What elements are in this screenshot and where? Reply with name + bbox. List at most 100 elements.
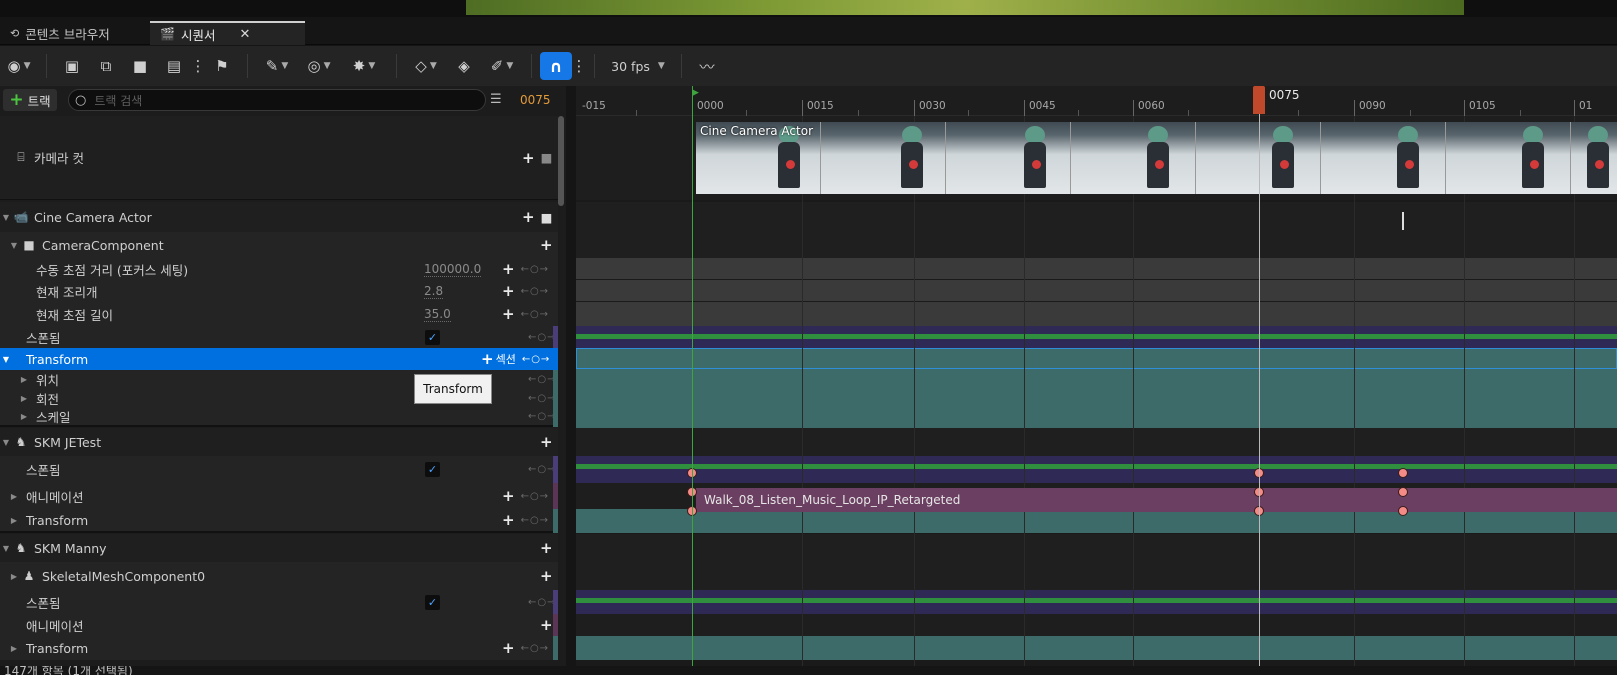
curve-editor-button[interactable]: 〰 [690,51,724,81]
collapse-arrow-icon[interactable]: ▼ [0,355,12,364]
filter-icon[interactable]: ☰ [490,92,502,107]
add-key-icon[interactable]: + [502,282,515,300]
camera-cut-track[interactable]: ⌸ 카메라 컷 + ■ [0,116,558,200]
camera-icon[interactable]: ■ [541,150,553,165]
transform-track-selected[interactable]: ▼ Transform + 섹션 ←○→ [0,348,558,370]
snap-options-button[interactable]: ⋮ [572,51,587,81]
camera-component-track[interactable]: ▼ ■ CameraComponent + [0,232,558,258]
add-icon[interactable]: + [502,639,515,657]
find-asset-button[interactable]: ⧉ [89,51,123,81]
add-section-icon[interactable]: + [481,350,494,368]
skeletal-mesh-component-track[interactable]: ▶ ♟ SkeletalMeshComponent0 + [0,562,558,590]
expand-arrow-icon[interactable]: ▶ [8,572,20,581]
camera-button[interactable]: ■ [123,51,157,81]
key-navigation-icon[interactable]: ←○→ [521,286,549,297]
animation-clip[interactable]: Walk_08_Listen_Music_Loop_IP_Retargeted [696,488,1617,512]
collapse-arrow-icon[interactable]: ▼ [8,241,20,250]
spawned-checkbox[interactable]: ✓ [425,594,440,610]
cine-camera-actor-track[interactable]: ▼ 📹 Cine Camera Actor + ■ [0,202,558,232]
add-key-icon[interactable]: + [502,305,515,323]
timeline-area[interactable]: -015 0000 0015 0030 0045 0060 0090 0105 … [576,86,1617,666]
expand-arrow-icon[interactable]: ▶ [8,492,20,501]
focus-distance-lane[interactable] [576,258,1617,280]
property-value[interactable]: 35.0 [424,307,451,322]
key-navigation-icon[interactable]: ←○→ [521,491,549,502]
add-icon[interactable]: + [502,487,515,505]
close-icon[interactable]: ✕ [239,27,250,42]
track-search-input[interactable]: ○ 트랙 검색 [68,89,486,111]
aperture-lane[interactable] [576,280,1617,302]
property-value[interactable]: 100000.0 [424,262,482,277]
add-track-button[interactable]: + 트랙 [3,89,57,111]
key-navigation-icon[interactable]: ←○→ [521,264,549,275]
skm-jetest-track[interactable]: ▼ ♞ SKM JETest + [0,428,558,456]
jetest-spawned-track[interactable]: 스폰됨 ✓ ←○→ [0,456,558,483]
edit-mode-button[interactable]: ✐ ▼ [481,51,523,81]
scale-track[interactable]: ▶ 스케일 ←○→ [0,408,558,427]
add-icon[interactable]: + [540,433,553,451]
actions-button[interactable]: ⚑ [205,51,239,81]
jetest-animation-track[interactable]: ▶ 애니메이션 + ←○→ [0,483,558,509]
camera-clip[interactable]: Cine Camera Actor [696,122,1617,194]
collapse-arrow-icon[interactable]: ▼ [0,544,12,553]
manny-animation-track[interactable]: 애니메이션 + [0,614,558,636]
manny-animation-lane[interactable] [576,614,1617,636]
snap-toggle-button[interactable]: ∩ [540,52,572,80]
playhead-handle[interactable] [1253,86,1265,114]
key-navigation-icon[interactable]: ←○→ [521,643,549,654]
expand-arrow-icon[interactable]: ▶ [18,394,30,403]
camera-icon[interactable]: ■ [541,210,553,225]
add-icon[interactable]: + [522,208,535,226]
add-icon[interactable]: + [540,616,553,634]
expand-arrow-icon[interactable]: ▶ [8,644,20,653]
fps-dropdown[interactable]: 30 fps ▼ [603,51,673,81]
jetest-spawned-lane[interactable] [576,456,1617,483]
add-icon[interactable]: + [540,236,553,254]
world-button[interactable]: ◉ ▼ [0,51,38,81]
add-icon[interactable]: + [522,149,535,167]
add-icon[interactable]: + [540,539,553,557]
jetest-lane[interactable] [576,428,1617,456]
focus-distance-track[interactable]: 수동 초점 거리 (포커스 세팅) 100000.0 + ←○→ [0,258,558,280]
auto-key-button[interactable]: ◈ [447,51,481,81]
add-icon[interactable]: + [540,567,553,585]
focal-length-track[interactable]: 현재 초점 길이 35.0 + ←○→ [0,302,558,326]
aperture-track[interactable]: 현재 조리개 2.8 + ←○→ [0,280,558,302]
expand-arrow-icon[interactable]: ▶ [18,375,30,384]
skm-manny-track[interactable]: ▼ ♞ SKM Manny + [0,534,558,562]
key-button[interactable]: ◇ ▼ [405,51,447,81]
tab-sequencer[interactable]: 🎬 시퀀서 ✕ [150,21,305,45]
keyframe[interactable] [1398,506,1408,516]
playback-options-button[interactable]: ✸ ▼ [340,51,388,81]
cine-camera-lane[interactable] [576,202,1617,258]
collapse-arrow-icon[interactable]: ▼ [0,213,12,222]
playback-start-line[interactable] [692,86,693,666]
add-icon[interactable]: + [502,511,515,529]
manny-transform-lane[interactable] [576,636,1617,660]
spawned-checkbox[interactable]: ✓ [425,329,440,345]
keyframe[interactable] [1398,487,1408,497]
playhead-line[interactable] [1259,86,1260,666]
expand-arrow-icon[interactable]: ▶ [8,516,20,525]
spawned-track[interactable]: 스폰됨 ✓ ←○→ [0,326,558,348]
jetest-transform-lane[interactable] [576,509,1617,533]
tab-content-browser[interactable]: ⟲ 콘텐츠 브라우저 [0,21,120,45]
tools-button[interactable]: ✎ ▼ [256,51,298,81]
more-options-button[interactable]: ⋮ [191,51,206,81]
keyframe[interactable] [1398,468,1408,478]
key-navigation-icon[interactable]: ←○→ [521,515,549,526]
key-navigation-icon[interactable]: ←○→ [521,309,549,320]
focal-length-lane[interactable] [576,302,1617,326]
save-button[interactable]: ▣ [55,51,89,81]
time-ruler[interactable]: -015 0000 0015 0030 0045 0060 0090 0105 … [576,86,1617,116]
view-options-button[interactable]: ◎ ▼ [298,51,340,81]
add-key-icon[interactable]: + [502,260,515,278]
collapse-arrow-icon[interactable]: ▼ [0,438,12,447]
render-movie-button[interactable]: ▤ [157,51,191,81]
manny-transform-track[interactable]: ▶ Transform + ←○→ [0,636,558,660]
manny-spawned-track[interactable]: 스폰됨 ✓ ←○→ [0,590,558,614]
spawned-checkbox[interactable]: ✓ [425,462,440,477]
expand-arrow-icon[interactable]: ▶ [18,412,30,421]
manny-lane[interactable] [576,534,1617,590]
key-navigation-icon[interactable]: ←○→ [522,354,550,365]
